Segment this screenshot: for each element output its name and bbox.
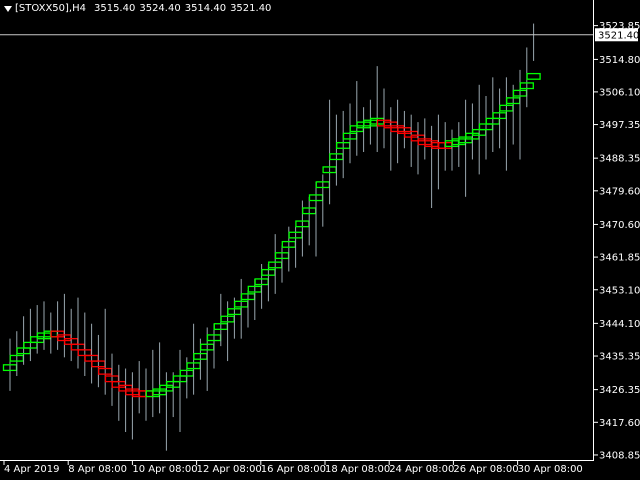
candle [526, 23, 541, 80]
price-tick-label: 3488.35 [599, 154, 640, 165]
candle [84, 323, 99, 384]
candle [478, 96, 494, 160]
candle [57, 293, 72, 358]
candle [118, 368, 133, 432]
candle [268, 234, 283, 294]
candle [145, 349, 160, 418]
time-tick-label: 24 Apr 08:00 [389, 464, 454, 475]
candle [308, 181, 324, 257]
price-tick-label: 3461.85 [599, 253, 640, 264]
price-tick-label: 3470.60 [599, 220, 640, 231]
candle [383, 107, 398, 171]
candle [329, 114, 344, 186]
candle [499, 77, 514, 171]
time-tick-label: 26 Apr 08:00 [453, 464, 518, 475]
close-price: 3521.40 [230, 3, 272, 14]
price-tick-label: 3408.85 [599, 450, 640, 461]
candle [206, 323, 222, 369]
collapse-triangle-icon[interactable] [4, 5, 12, 12]
time-tick-label: 16 Apr 08:00 [261, 464, 326, 475]
candle [356, 107, 371, 152]
candle [397, 110, 412, 149]
candle [458, 99, 473, 197]
price-chart[interactable]: 3523.853514.803506.103497.353488.353479.… [0, 0, 640, 480]
price-tick-label: 3417.60 [599, 418, 640, 429]
price-tick-label: 3514.80 [599, 55, 640, 66]
candle [370, 66, 385, 152]
open-price: 3515.40 [93, 3, 136, 14]
candle [451, 122, 466, 167]
price-axis-ticks: 3523.853514.803506.103497.353488.353479.… [594, 21, 640, 461]
time-tick-label: 18 Apr 08:00 [325, 464, 390, 475]
candlestick-series [2, 23, 541, 451]
candle [172, 349, 188, 432]
price-tick-label: 3479.60 [599, 186, 640, 197]
time-axis-ticks: 4 Apr 2019 8 Apr 08:00 10 Apr 08:0012 Apr … [3, 460, 583, 475]
price-tick-label: 3444.10 [599, 319, 640, 330]
price-tick-label: 3506.10 [599, 87, 640, 98]
candle [444, 129, 460, 171]
candle [111, 364, 126, 421]
current-price-label-text: 3521.40 [598, 30, 639, 41]
time-axis: 4 Apr 2019 8 Apr 08:00 10 Apr 08:0012 Apr … [0, 460, 594, 475]
candle [336, 110, 351, 179]
current-price-label: 3521.40 [595, 28, 639, 41]
candle [492, 88, 507, 149]
time-tick-label: 8 Apr 08:00 [68, 464, 127, 475]
candle [104, 353, 120, 406]
chart-header: [STOXX50],H4 3515.40 3524.40 3514.40 352… [4, 3, 271, 14]
candle [132, 361, 147, 414]
symbol-timeframe: [STOXX50],H4 [15, 3, 86, 14]
time-tick-label: 12 Apr 08:00 [197, 464, 262, 475]
candle [417, 118, 432, 160]
candle [152, 342, 167, 414]
candle [410, 122, 426, 175]
candle [30, 305, 45, 354]
candle [322, 99, 337, 205]
candle [261, 264, 276, 302]
candle [50, 301, 65, 350]
candle [424, 125, 439, 208]
candle [70, 297, 86, 369]
candle [2, 338, 18, 391]
price-tick-label: 3497.35 [599, 120, 640, 131]
candle [125, 372, 140, 440]
time-tick-label: 30 Apr 08:00 [518, 464, 583, 475]
price-tick-label: 3435.35 [599, 352, 640, 363]
low-price: 3514.40 [184, 3, 227, 14]
candle [342, 103, 358, 164]
candle [431, 114, 446, 190]
time-tick-label: 10 Apr 08:00 [132, 464, 197, 475]
candle-body [526, 72, 541, 80]
candle [349, 81, 364, 156]
candle [16, 316, 31, 365]
candle [274, 245, 290, 283]
candle [91, 334, 106, 388]
price-tick-label: 3426.35 [599, 385, 640, 396]
price-axis: 3523.853514.803506.103497.353488.353479.… [593, 0, 640, 461]
candle [240, 290, 256, 328]
time-tick-label: 4 Apr 2019 [4, 464, 59, 475]
high-price: 3524.40 [139, 3, 181, 14]
price-tick-label: 3453.10 [599, 285, 640, 296]
